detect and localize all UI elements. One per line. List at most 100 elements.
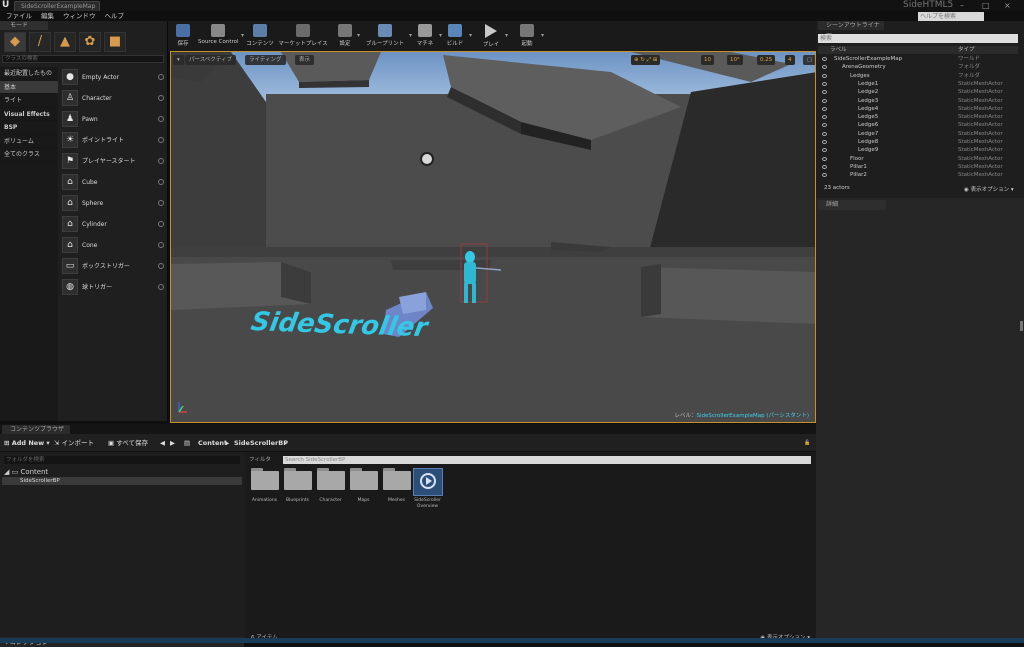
perspective-button[interactable]: パースペクティブ (185, 55, 237, 65)
outliner-row[interactable]: Ledge2 StaticMeshActor (818, 88, 1018, 96)
list-item[interactable]: ⌂ Cone (60, 235, 168, 256)
info-icon[interactable] (158, 179, 164, 185)
list-item[interactable]: ♙ Character (60, 88, 168, 109)
back-button[interactable]: ◀ (160, 437, 165, 449)
maximize-button[interactable]: □ (982, 1, 990, 10)
visibility-eye-icon[interactable] (822, 98, 827, 103)
list-item[interactable]: ♟ Pawn (60, 109, 168, 130)
outliner-row[interactable]: Ledge1 StaticMeshActor (818, 80, 1018, 88)
outliner-row[interactable]: Ledge7 StaticMeshActor (818, 130, 1018, 138)
grid-snap-value[interactable]: 10 (701, 55, 714, 65)
class-search-input[interactable]: クラスの検索 (2, 55, 164, 63)
folder-meshes[interactable]: Meshes (381, 468, 412, 504)
outliner-row[interactable]: ArenaGeometry フォルダ (818, 63, 1018, 71)
document-tab[interactable]: SideScrollerExampleMap (14, 1, 100, 11)
outliner-row[interactable]: Ledge4 StaticMeshActor (818, 105, 1018, 113)
visibility-eye-icon[interactable] (822, 65, 827, 70)
info-icon[interactable] (158, 74, 164, 80)
transform-tools[interactable]: ⊕ ↻ ⤢ ⊞ (631, 55, 661, 65)
list-item[interactable]: ⌂ Sphere (60, 193, 168, 214)
folder-maps[interactable]: Maps (348, 468, 379, 504)
lock-icon[interactable]: 🔓 (804, 437, 810, 449)
menu-file[interactable]: ファイル (6, 11, 32, 21)
save-all-button[interactable]: ▣ すべて保存 (108, 437, 148, 449)
info-icon[interactable] (158, 242, 164, 248)
outliner-row[interactable]: Pillar2 StaticMeshActor (818, 171, 1018, 179)
outliner-row[interactable]: Pillar1 StaticMeshActor (818, 163, 1018, 171)
category-volumes[interactable]: ボリューム (0, 135, 58, 148)
outliner-row[interactable]: Ledge9 StaticMeshActor (818, 146, 1018, 154)
panel-splitter[interactable] (1020, 321, 1023, 331)
info-icon[interactable] (158, 95, 164, 101)
camera-speed-value[interactable]: 4 (785, 55, 795, 65)
column-label[interactable]: ラベル (830, 46, 847, 54)
show-button[interactable]: 表示 (295, 55, 315, 65)
outliner-row[interactable]: Ledge8 StaticMeshActor (818, 138, 1018, 146)
list-item[interactable]: ⌂ Cube (60, 172, 168, 193)
category-all-classes[interactable]: 全てのクラス (0, 148, 58, 162)
outliner-view-options[interactable]: ◉ 表示オプション ▾ (964, 185, 1014, 193)
outliner-row[interactable]: Ledge5 StaticMeshActor (818, 113, 1018, 121)
place-mode-icon[interactable]: ◆ (4, 32, 26, 52)
blueprints-button[interactable]: ブループリント ▾ (364, 22, 412, 50)
visibility-eye-icon[interactable] (822, 148, 827, 153)
marketplace-button[interactable]: マーケットプレイス (278, 22, 328, 50)
modes-tab[interactable]: モード (0, 21, 48, 30)
outliner-row[interactable]: Ledge6 StaticMeshActor (818, 121, 1018, 129)
info-icon[interactable] (158, 284, 164, 290)
filter-button[interactable]: フィルタ (249, 456, 271, 464)
folder-character[interactable]: Character (315, 468, 346, 504)
visibility-eye-icon[interactable] (822, 156, 827, 161)
matinee-button[interactable]: マチネ ▾ (414, 22, 442, 50)
scale-snap-value[interactable]: 0.25 (757, 55, 776, 65)
add-new-button[interactable]: ⊞ Add New ▾ (4, 437, 50, 449)
category-basic[interactable]: 基本 (0, 80, 58, 94)
outliner-search-input[interactable]: 検索 (818, 34, 1018, 43)
build-button[interactable]: ビルド ▾ (444, 22, 472, 50)
folder-blueprints[interactable]: Blueprints (282, 468, 313, 504)
list-item[interactable]: ◍ 球トリガー (60, 277, 168, 298)
category-lights[interactable]: ライト (0, 94, 58, 108)
visibility-eye-icon[interactable] (822, 173, 827, 178)
category-recent[interactable]: 最近配置したもの (0, 67, 58, 81)
play-button[interactable]: プレイ ▾ (480, 22, 508, 50)
outliner-row[interactable]: Ledge3 StaticMeshActor (818, 97, 1018, 105)
category-visual-effects[interactable]: Visual Effects (0, 108, 58, 121)
outliner-row[interactable]: Ledges フォルダ (818, 72, 1018, 80)
folder-search-input[interactable]: フォルダを検索 (4, 456, 240, 464)
info-icon[interactable] (158, 116, 164, 122)
tree-item-content[interactable]: ◢ ▭ Content (4, 468, 48, 476)
minimize-button[interactable]: – (960, 1, 964, 10)
outliner-row[interactable]: SideScrollerExampleMap ワールド (818, 55, 1018, 63)
maximize-viewport-button[interactable]: ▢ (803, 55, 815, 65)
level-viewport[interactable]: SideScroller ▾ パースペクティブ ライティング 表示 ⊕ ↻ ⤢ … (170, 51, 816, 423)
outliner-row[interactable]: Floor StaticMeshActor (818, 155, 1018, 163)
path-dropdown-icon[interactable]: ▸ (284, 437, 287, 449)
info-icon[interactable] (158, 137, 164, 143)
info-icon[interactable] (158, 158, 164, 164)
visibility-eye-icon[interactable] (822, 123, 827, 128)
menu-edit[interactable]: 編集 (41, 11, 54, 21)
geometry-mode-icon[interactable]: ■ (104, 32, 126, 52)
outliner-tab[interactable]: シーンアウトライナー (818, 21, 884, 38)
landscape-mode-icon[interactable]: ▲ (54, 32, 76, 52)
visibility-eye-icon[interactable] (822, 115, 827, 120)
list-item[interactable]: ● Empty Actor (60, 67, 168, 88)
folder-animations[interactable]: Animations (249, 468, 280, 504)
asset-sidescroller-overview[interactable]: SideScroller Overview (412, 468, 443, 510)
list-item[interactable]: ⚑ プレイヤースタート (60, 151, 168, 172)
rotation-snap-value[interactable]: 10° (727, 55, 743, 65)
details-tab[interactable]: 詳細 (818, 200, 886, 210)
help-search-input[interactable]: ヘルプを検索 (918, 12, 984, 21)
list-item[interactable]: ⌂ Cylinder (60, 214, 168, 235)
tree-item-sidescrollerbp[interactable]: SideScrollerBP (2, 477, 242, 485)
column-type[interactable]: タイプ (958, 46, 975, 54)
lit-button[interactable]: ライティング (245, 55, 286, 65)
info-icon[interactable] (158, 200, 164, 206)
asset-search-input[interactable]: Search SideScrollerBP (283, 456, 811, 464)
paint-mode-icon[interactable]: / (29, 32, 51, 52)
list-item[interactable]: ▭ ボックストリガー (60, 256, 168, 277)
import-button[interactable]: ⇲ インポート (54, 437, 94, 449)
visibility-eye-icon[interactable] (822, 81, 827, 86)
launch-button[interactable]: 起動 ▾ (516, 22, 544, 50)
